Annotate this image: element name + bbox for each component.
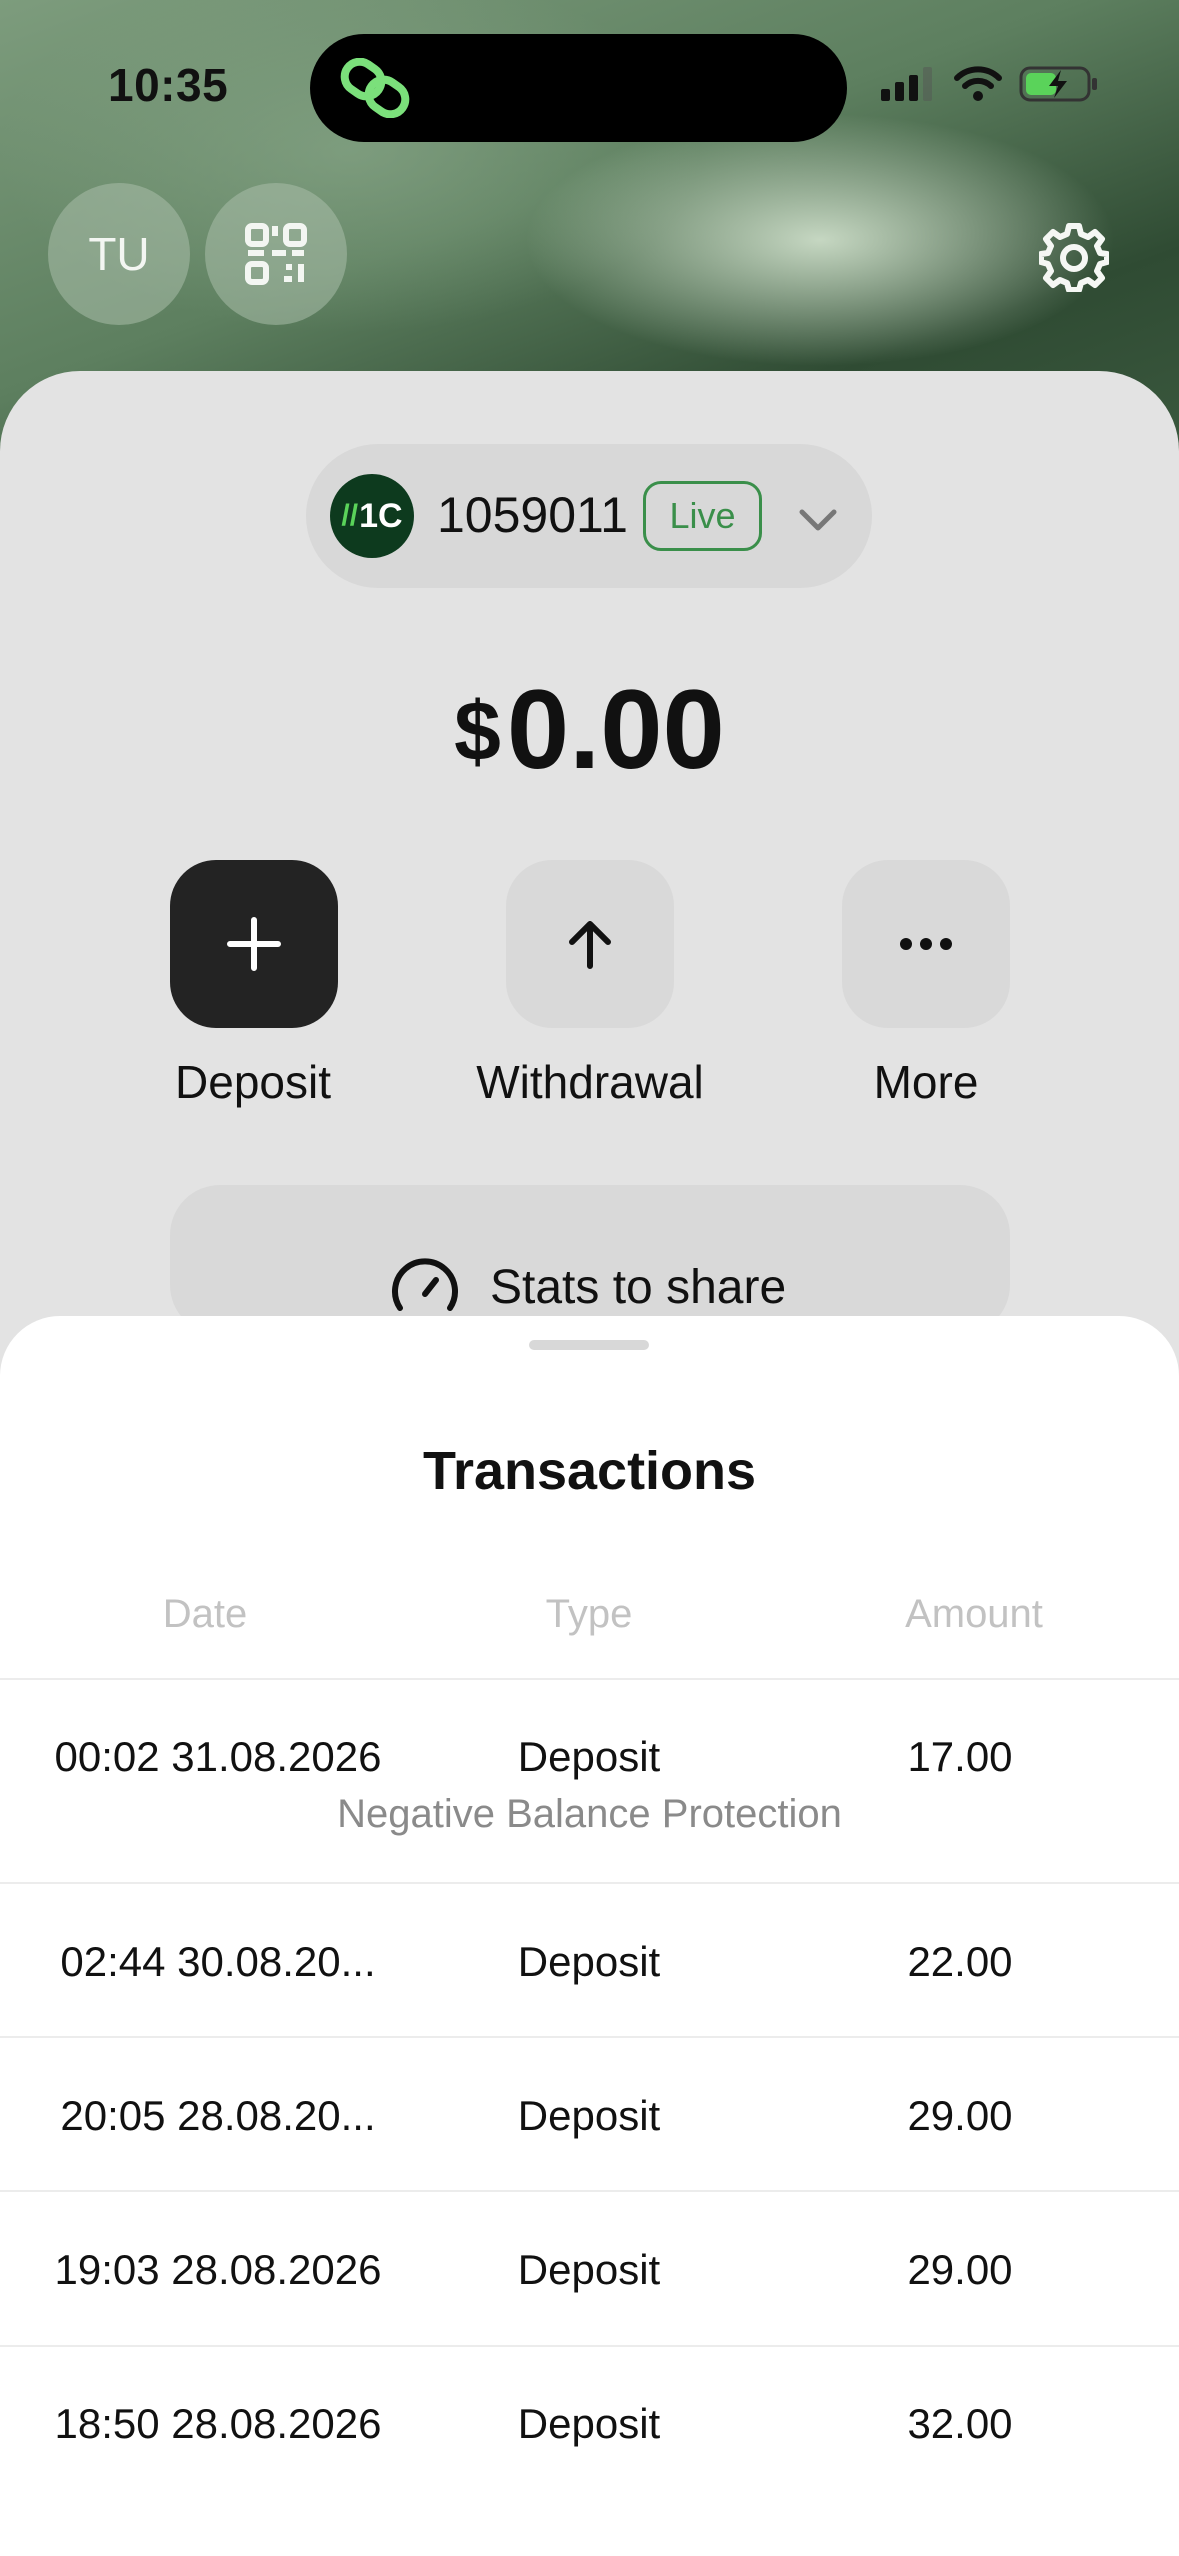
row-date: 19:03 28.08.2026 — [54, 2246, 382, 2293]
status-time: 10:35 — [108, 59, 229, 111]
dynamic-island — [310, 34, 847, 142]
transactions-title: Transactions — [422, 1441, 757, 1501]
broker-logo: //1C — [330, 474, 414, 558]
row-date: 18:50 28.08.2026 — [54, 2400, 382, 2447]
row-amount: 29.00 — [907, 2092, 1013, 2139]
row-amount: 17.00 — [907, 1733, 1013, 1780]
divider — [0, 2036, 1179, 2038]
avatar-button[interactable]: TU — [48, 183, 190, 325]
arrow-up-icon — [569, 921, 611, 969]
plus-icon — [227, 917, 281, 971]
row-type: Deposit — [517, 2400, 661, 2447]
wifi-icon — [954, 66, 1002, 101]
gear-icon[interactable] — [1039, 222, 1109, 292]
row-date: 02:44 30.08.20... — [60, 1938, 376, 1985]
more-dots-icon — [900, 938, 952, 950]
broker-logo-text: 1C — [359, 496, 403, 535]
divider — [0, 1882, 1179, 1884]
balance-amount: 0.00 — [506, 667, 725, 792]
sheet-grabber[interactable] — [529, 1340, 649, 1350]
deposit-label: Deposit — [175, 1056, 331, 1108]
row-date: 00:02 31.08.2026 — [54, 1733, 382, 1780]
divider — [0, 2190, 1179, 2192]
column-header-date[interactable]: Date — [105, 1592, 305, 1637]
avatar-initials: TU — [88, 228, 150, 280]
row-type: Deposit — [517, 2246, 661, 2293]
divider — [0, 1678, 1179, 1680]
row-amount: 29.00 — [907, 2246, 1013, 2293]
link-app-icon — [340, 58, 410, 118]
row-type: Deposit — [517, 2092, 661, 2139]
account-status-badge: Live — [643, 481, 762, 551]
row-amount: 22.00 — [907, 1938, 1013, 1985]
balance: $0.00 — [0, 665, 1179, 794]
chevron-down-icon[interactable] — [796, 500, 840, 540]
qr-button[interactable] — [205, 183, 347, 325]
column-header-amount[interactable]: Amount — [874, 1592, 1074, 1637]
row-date: 20:05 28.08.20... — [60, 2092, 376, 2139]
more-button[interactable] — [842, 860, 1010, 1028]
more-label: More — [873, 1056, 979, 1108]
speedometer-icon — [392, 1258, 458, 1311]
stats-to-share-content: Stats to share — [390, 1252, 786, 1322]
row-type: Deposit — [517, 1938, 661, 1985]
row-note: Negative Balance Protection — [337, 1792, 842, 1836]
signal-icon — [881, 67, 932, 101]
deposit-button[interactable] — [170, 860, 338, 1028]
divider — [0, 2345, 1179, 2347]
account-number: 1059011 — [437, 487, 628, 543]
stats-to-share-label: Stats to share — [490, 1260, 787, 1314]
row-type: Deposit — [517, 1733, 661, 1780]
withdrawal-button[interactable] — [506, 860, 674, 1028]
row-amount: 32.00 — [907, 2400, 1013, 2447]
withdrawal-label: Withdrawal — [476, 1056, 704, 1108]
transactions-sheet — [0, 1316, 1179, 2556]
battery-icon — [1019, 66, 1097, 102]
balance-currency: $ — [454, 684, 501, 778]
column-header-type[interactable]: Type — [489, 1592, 689, 1637]
status-icons — [881, 64, 1099, 104]
qr-code-icon — [245, 223, 307, 285]
